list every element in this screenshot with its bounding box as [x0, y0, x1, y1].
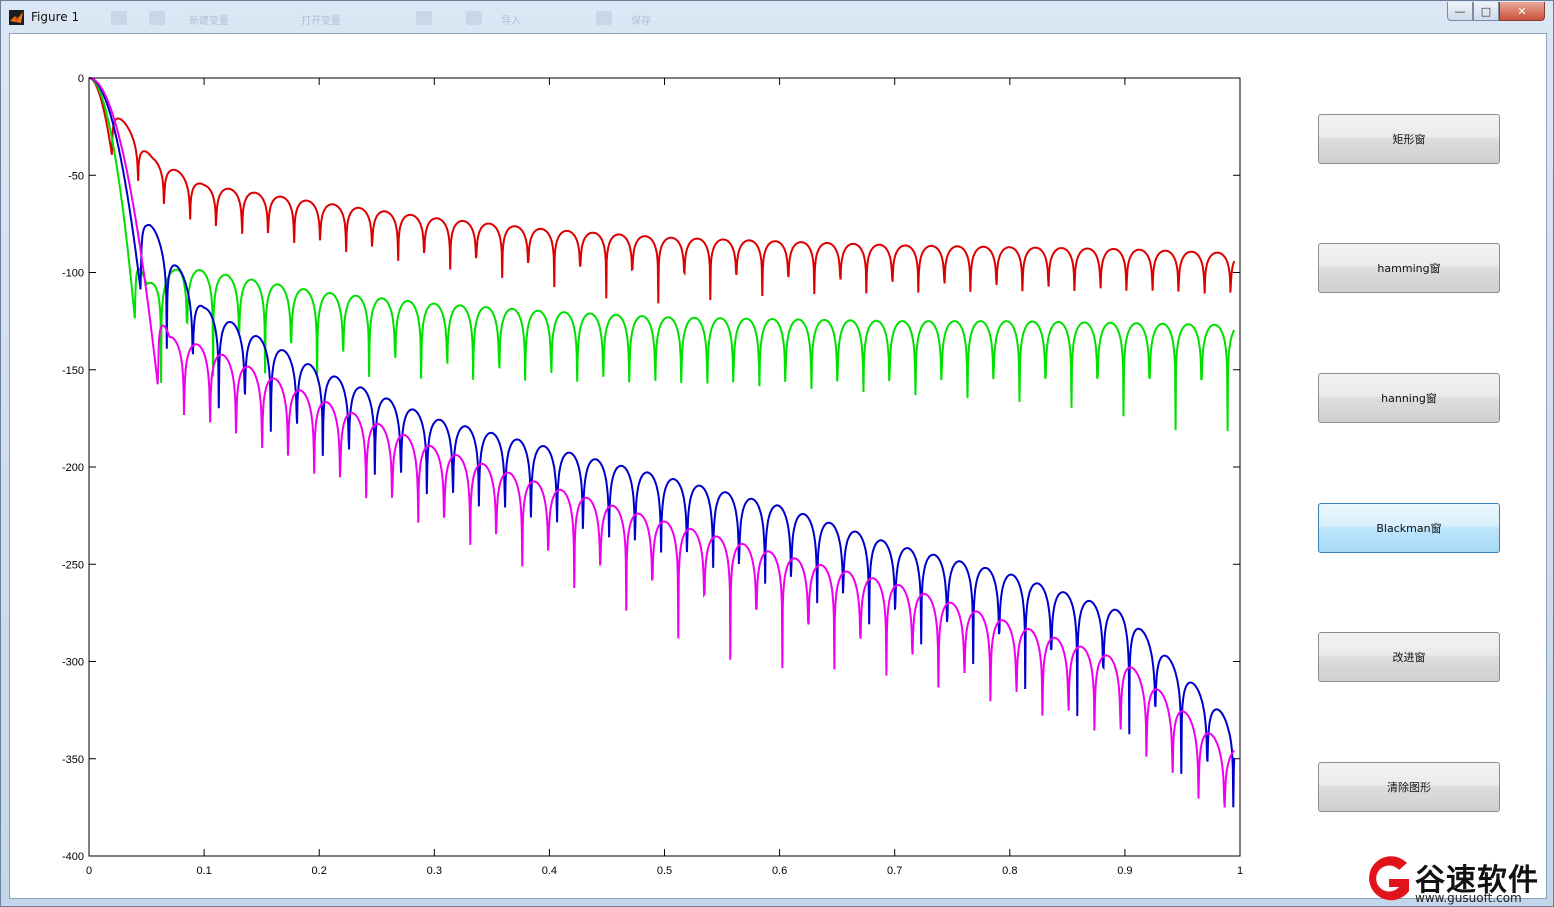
x-tick-label: 0.5 — [657, 865, 672, 877]
x-tick-label: 0.9 — [1117, 865, 1132, 877]
ghost-toolbar-icon — [416, 11, 432, 25]
ghost-toolbar-label: 新建变量 — [189, 16, 229, 27]
window-controls: — □ ✕ — [1447, 2, 1545, 22]
button-label: Blackman窗 — [1376, 522, 1442, 535]
ghost-toolbar-label: 保存 — [631, 16, 651, 27]
ghost-toolbar-icon — [111, 11, 127, 25]
y-tick-label: -350 — [62, 754, 84, 766]
x-tick-label: 0.8 — [1002, 865, 1017, 877]
figure-canvas: 0 0.1 0.2 0.3 0.4 0.5 0.6 0.7 0.8 0.9 1 0 -50 -100 -15… — [9, 33, 1547, 899]
ghost-toolbar-icon — [149, 11, 165, 25]
x-tick-label: 0.7 — [887, 865, 902, 877]
close-button[interactable]: ✕ — [1499, 2, 1545, 21]
y-tick-label: -150 — [62, 365, 84, 377]
gusu-logo — [1369, 856, 1409, 901]
blackman-window-button[interactable]: Blackman窗 — [1318, 503, 1500, 553]
button-label: hanning窗 — [1381, 392, 1437, 405]
x-tick-label: 1 — [1237, 865, 1243, 877]
series-line-1 — [89, 77, 1236, 432]
button-label: 改进窗 — [1392, 651, 1426, 664]
ghost-toolbar-icon — [596, 11, 612, 25]
rectangular-window-button[interactable]: 矩形窗 — [1318, 114, 1500, 164]
y-tick-label: -200 — [62, 462, 84, 474]
maximize-icon: □ — [1480, 4, 1492, 18]
hanning-window-button[interactable]: hanning窗 — [1318, 373, 1500, 423]
x-tick-label: 0.4 — [542, 865, 557, 877]
y-tick-label: -50 — [68, 170, 84, 182]
y-tick-label: -100 — [62, 268, 84, 280]
watermark-url: www.gusuoft.com — [1415, 891, 1522, 905]
watermark: 谷速软件 www.gusuoft.com — [1357, 853, 1553, 907]
minimize-button[interactable]: — — [1447, 2, 1473, 21]
close-icon: ✕ — [1517, 4, 1527, 18]
maximize-button[interactable]: □ — [1473, 2, 1499, 21]
minimize-icon: — — [1454, 4, 1466, 18]
x-tick-label: 0.1 — [196, 865, 211, 877]
button-label: hamming窗 — [1377, 262, 1441, 275]
figure-window: Figure 1 新建变量 打开变量 导入 保存 — □ ✕ 0 0.1 0.2 0.… — [0, 0, 1554, 907]
button-label: 清除图形 — [1387, 781, 1431, 794]
axes-box — [88, 77, 1241, 857]
series-line-0 — [89, 77, 1236, 304]
clear-plot-button[interactable]: 清除图形 — [1318, 762, 1500, 812]
spectrum-plot: 0 0.1 0.2 0.3 0.4 0.5 0.6 0.7 0.8 0.9 1 0 -50 -100 -15… — [62, 73, 1243, 877]
y-tick-label: -400 — [62, 851, 84, 863]
x-tick-label: 0.2 — [312, 865, 327, 877]
ghost-toolbar-label: 导入 — [501, 16, 521, 27]
series-line-2 — [89, 77, 1236, 808]
improved-window-button[interactable]: 改进窗 — [1318, 632, 1500, 682]
button-label: 矩形窗 — [1392, 133, 1426, 146]
ghost-toolbar-icon — [466, 11, 482, 25]
ghost-toolbar-label: 打开变量 — [301, 16, 341, 27]
x-tick-label: 0 — [86, 865, 92, 877]
matlab-icon — [9, 10, 24, 25]
x-tick-label: 0.3 — [427, 865, 442, 877]
hamming-window-button[interactable]: hamming窗 — [1318, 243, 1500, 293]
y-tick-label: 0 — [78, 73, 84, 85]
y-tick-label: -300 — [62, 657, 84, 669]
y-tick-label: -250 — [62, 559, 84, 571]
window-title: Figure 1 — [31, 10, 80, 24]
title-bar[interactable]: Figure 1 新建变量 打开变量 导入 保存 — □ ✕ — [1, 1, 1553, 33]
series-line-3 — [89, 77, 1235, 808]
x-tick-label: 0.6 — [772, 865, 787, 877]
